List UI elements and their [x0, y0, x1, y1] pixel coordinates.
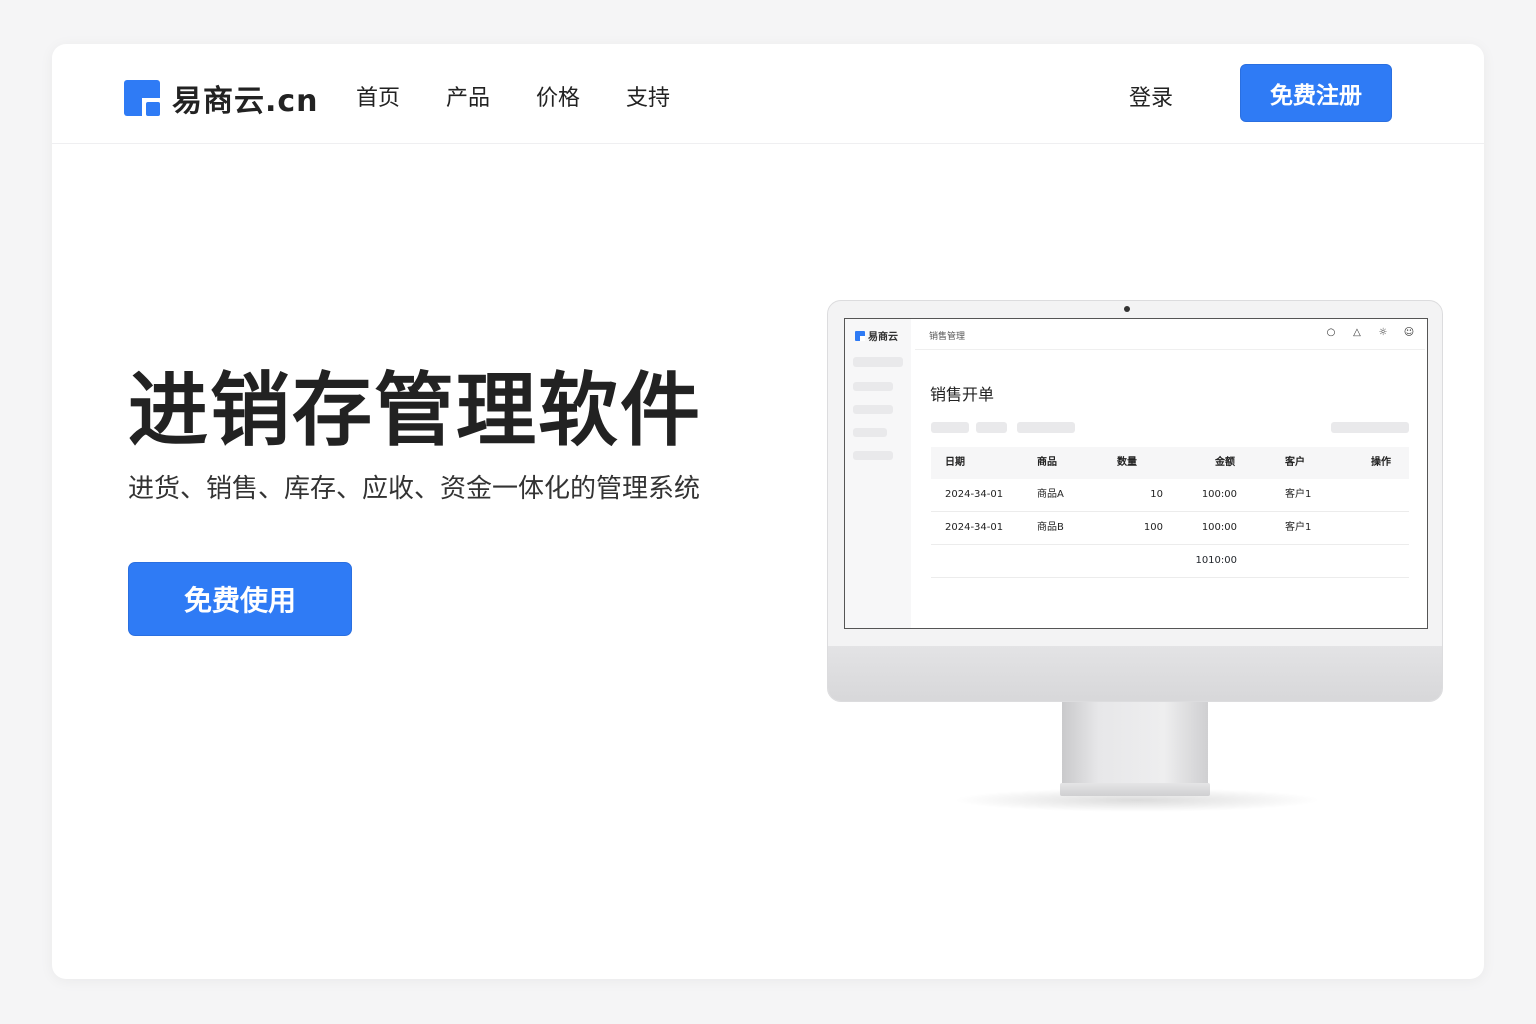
- app-header-divider: [915, 349, 1425, 350]
- sales-table: 日期 商品 数量 金额 客户 操作 2024-34-01 商品A 10 100:…: [931, 447, 1409, 578]
- nav-item-pricing[interactable]: 价格: [536, 80, 580, 112]
- filter-placeholder: [976, 422, 1007, 433]
- app-page-title: 销售开单: [930, 385, 995, 404]
- column-header: 金额: [1215, 457, 1235, 468]
- table-cell: 100:00: [1201, 489, 1237, 500]
- filter-placeholder: [931, 422, 969, 433]
- signup-button[interactable]: 免费注册: [1240, 64, 1392, 122]
- table-total: 1010:00: [1195, 555, 1237, 566]
- table-cell: 10: [1150, 489, 1163, 500]
- table-row: 2024-34-01 商品A 10 100:00 客户1: [931, 479, 1409, 512]
- page-card: 易商云.cn 首页 产品 价格 支持 登录 免费注册 进销存管理软件 进货、销售…: [52, 44, 1484, 979]
- refresh-icon: ○: [1326, 327, 1336, 338]
- column-header: 操作: [1371, 457, 1391, 468]
- brand-logo[interactable]: 易商云.cn: [124, 76, 319, 120]
- monitor-stand-base: [1060, 783, 1210, 796]
- table-cell: 100:00: [1201, 522, 1237, 533]
- sidebar-placeholder: [853, 451, 893, 460]
- app-toolbar-icons: ○ △ ☼ ☺: [1325, 327, 1427, 339]
- table-cell: 2024-34-01: [945, 489, 1004, 500]
- column-header: 数量: [1117, 457, 1137, 468]
- free-trial-button[interactable]: 免费使用: [128, 562, 352, 636]
- app-breadcrumb: 销售管理: [929, 332, 966, 342]
- filter-placeholder: [1017, 422, 1075, 433]
- table-header-row: 日期 商品 数量 金额 客户 操作: [931, 447, 1409, 479]
- monitor-illustration: 易商云 销售管理 ○ △ ☼ ☺ 销售开单 日期 商品 数量 金额 客户 操作 …: [827, 300, 1443, 702]
- bell-icon: △: [1353, 327, 1361, 338]
- table-total-row: 1010:00: [931, 545, 1409, 578]
- top-navigation-bar: 易商云.cn 首页 产品 价格 支持 登录 免费注册: [52, 44, 1484, 144]
- table-cell: 客户1: [1285, 522, 1312, 533]
- nav-item-products[interactable]: 产品: [446, 80, 490, 112]
- login-link[interactable]: 登录: [1129, 80, 1173, 112]
- table-cell: 客户1: [1285, 489, 1312, 500]
- nav-item-support[interactable]: 支持: [626, 80, 670, 112]
- table-cell: 2024-34-01: [945, 522, 1004, 533]
- user-icon: ☺: [1403, 327, 1415, 338]
- app-sidebar: 易商云: [845, 319, 911, 628]
- hero-subtitle: 进货、销售、库存、应收、资金一体化的管理系统: [128, 474, 701, 504]
- brand-name: 易商云.cn: [172, 84, 319, 119]
- table-cell: 100: [1143, 522, 1163, 533]
- app-logo: 易商云: [855, 328, 898, 343]
- table-cell: 商品B: [1037, 522, 1064, 533]
- logo-icon: [124, 80, 160, 116]
- camera-dot: [1124, 306, 1130, 312]
- app-name: 易商云: [868, 332, 898, 343]
- app-logo-icon: [855, 330, 865, 341]
- table-cell: 商品A: [1037, 489, 1064, 500]
- column-header: 日期: [945, 457, 965, 468]
- sidebar-placeholder: [853, 382, 893, 391]
- monitor-chin: [828, 646, 1442, 701]
- sidebar-placeholder: [853, 405, 893, 414]
- table-row: 2024-34-01 商品B 100 100:00 客户1: [931, 512, 1409, 545]
- nav-item-home[interactable]: 首页: [356, 80, 400, 112]
- monitor-stand: [1062, 701, 1208, 785]
- hero-title: 进销存管理软件: [128, 364, 702, 457]
- sidebar-placeholder: [853, 428, 887, 437]
- action-placeholder: [1331, 422, 1409, 433]
- sidebar-placeholder: [853, 357, 903, 367]
- column-header: 客户: [1285, 457, 1305, 468]
- main-nav: 首页 产品 价格 支持: [356, 80, 716, 112]
- column-header: 商品: [1037, 457, 1057, 468]
- app-screenshot: 易商云 销售管理 ○ △ ☼ ☺ 销售开单 日期 商品 数量 金额 客户 操作 …: [844, 318, 1428, 629]
- settings-icon: ☼: [1378, 327, 1388, 338]
